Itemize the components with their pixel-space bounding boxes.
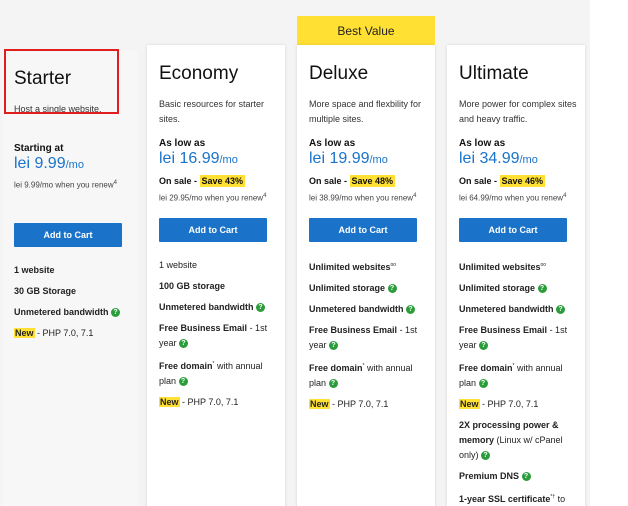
feature-item: New - PHP 7.0, 7.1 [309, 399, 389, 409]
help-icon[interactable]: ? [111, 308, 121, 318]
sale-line: On sale - Save 48% [309, 175, 396, 187]
feature-item: Premium DNS ? [459, 469, 581, 484]
feature-item: Unlimited websitesoo [309, 262, 397, 272]
help-icon[interactable]: ? [478, 379, 488, 389]
feature-list: 1 website 100 GB storage Unmetered bandw… [159, 258, 281, 416]
plan-card-economy: Economy Basic resources for starter site… [147, 45, 285, 506]
plan-price: lei 34.99/mo [459, 150, 538, 167]
feature-item: Unmetered bandwidth ? [159, 300, 281, 315]
best-value-badge: Best Value [297, 16, 435, 46]
sale-line: On sale - Save 43% [159, 175, 246, 187]
help-icon[interactable]: ? [406, 305, 416, 315]
plan-name: Economy [159, 63, 239, 84]
feature-list: Unlimited websitesoo Unlimited storage ?… [459, 258, 581, 506]
help-icon[interactable]: ? [481, 451, 491, 461]
add-to-cart-button[interactable]: Add to Cart [459, 218, 567, 242]
save-badge: Save 43% [199, 175, 246, 187]
plan-card-starter: Starter Host a single website. Starting … [2, 50, 138, 506]
help-icon[interactable]: ? [556, 305, 566, 315]
feature-item: 1-year SSL certificate*† to [459, 494, 566, 504]
plan-price: lei 19.99/mo [309, 150, 388, 167]
help-icon[interactable]: ? [521, 472, 531, 482]
plan-card-ultimate: Ultimate More power for complex sites an… [447, 45, 585, 506]
plan-description: More power for complex sites and heavy t… [459, 99, 577, 124]
plan-price: lei 16.99/mo [159, 150, 238, 167]
feature-item: Unlimited storage ? [459, 281, 581, 296]
feature-item: New - PHP 7.0, 7.1 [459, 399, 539, 409]
plan-card-deluxe: Deluxe More space and flexbility for mul… [297, 45, 435, 506]
help-icon[interactable]: ? [479, 341, 489, 351]
plan-description: Basic resources for starter sites. [159, 99, 265, 124]
feature-item: Free domain* with annual plan ? [159, 361, 263, 387]
feature-item: 1 website [159, 260, 198, 270]
feature-item: 100 GB storage [159, 281, 226, 291]
help-icon[interactable]: ? [387, 284, 397, 294]
feature-item: 2X processing power & memory (Linux w/ c… [459, 420, 563, 461]
price-label: Starting at [14, 143, 64, 154]
feature-list: 1 website 30 GB Storage Unmetered bandwi… [14, 263, 136, 347]
help-icon[interactable]: ? [256, 303, 266, 313]
help-icon[interactable]: ? [537, 284, 547, 294]
feature-list: Unlimited websitesoo Unlimited storage ?… [309, 258, 431, 418]
renew-price: lei 64.99/mo when you renew4 [459, 193, 567, 203]
feature-item: Unmetered bandwidth ? [459, 302, 581, 317]
feature-item: Unmetered bandwidth ? [309, 302, 431, 317]
feature-item: New - PHP 7.0, 7.1 [14, 328, 94, 338]
feature-item: 30 GB Storage [14, 286, 77, 296]
price-label: As low as [459, 138, 506, 149]
add-to-cart-button[interactable]: Add to Cart [159, 218, 267, 242]
feature-item: New - PHP 7.0, 7.1 [159, 397, 239, 407]
plan-name: Deluxe [309, 63, 369, 84]
feature-item: Unlimited websitesoo [459, 262, 547, 272]
renew-price: lei 29.95/mo when you renew4 [159, 193, 267, 203]
help-icon[interactable]: ? [328, 379, 338, 389]
help-icon[interactable]: ? [178, 377, 188, 387]
save-badge: Save 48% [349, 175, 396, 187]
price-label: As low as [159, 138, 206, 149]
price-label: As low as [309, 138, 356, 149]
feature-item: Free Business Email - 1st year ? [459, 325, 568, 351]
help-icon[interactable]: ? [329, 341, 339, 351]
plan-description: More space and flexbility for multiple s… [309, 99, 422, 124]
feature-item: Free domain* with annual plan ? [309, 363, 413, 389]
plan-price: lei 9.99/mo [14, 155, 84, 172]
feature-item: Free Business Email - 1st year ? [309, 325, 418, 351]
save-badge: Save 46% [499, 175, 546, 187]
add-to-cart-button[interactable]: Add to Cart [309, 218, 417, 242]
feature-item: 1 website [14, 265, 55, 275]
help-icon[interactable]: ? [179, 339, 189, 349]
feature-item: Unlimited storage ? [309, 281, 431, 296]
feature-item: Unmetered bandwidth ? [14, 305, 136, 320]
renew-price: lei 38.99/mo when you renew4 [309, 193, 417, 203]
feature-item: Free domain* with annual plan ? [459, 363, 563, 389]
plan-name: Ultimate [459, 63, 529, 84]
sale-line: On sale - Save 46% [459, 175, 546, 187]
selection-highlight-box [4, 49, 119, 114]
renew-price: lei 9.99/mo when you renew4 [14, 180, 117, 190]
feature-item: Free Business Email - 1st year ? [159, 323, 268, 349]
add-to-cart-button[interactable]: Add to Cart [14, 223, 122, 247]
